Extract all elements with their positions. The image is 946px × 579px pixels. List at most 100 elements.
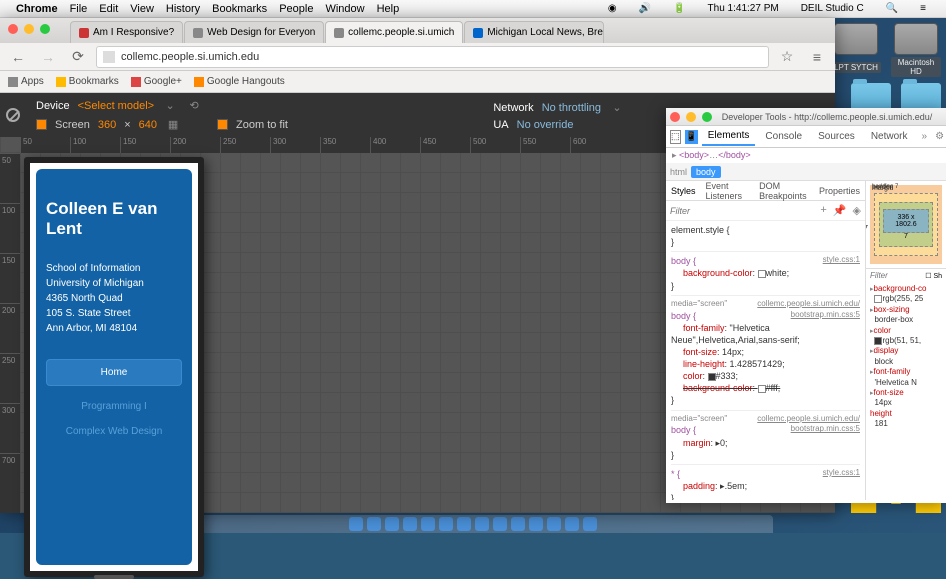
- chrome-menu-icon[interactable]: ≡: [805, 46, 829, 68]
- bookmark-item[interactable]: Bookmarks: [56, 76, 119, 87]
- page-heading: Colleen E van Lent: [46, 199, 182, 240]
- dock[interactable]: [173, 515, 773, 533]
- page-icon: [103, 51, 115, 63]
- simulated-page[interactable]: Colleen E van Lent School of Information…: [30, 163, 198, 571]
- wifi-icon[interactable]: ◉: [608, 3, 617, 14]
- menu-window[interactable]: Window: [325, 3, 364, 15]
- rotate-icon[interactable]: ⟲: [186, 98, 202, 114]
- volume-icon[interactable]: 🔊: [639, 3, 651, 14]
- browser-tab[interactable]: Web Design for Everyon: [184, 21, 324, 43]
- styles-filter-input[interactable]: [670, 206, 720, 216]
- notifications-icon[interactable]: ≡: [920, 3, 926, 14]
- breadcrumb-html[interactable]: html: [670, 167, 687, 177]
- tab-strip: Am I Responsive? Web Design for Everyon …: [0, 18, 835, 43]
- device-select[interactable]: <Select model>: [78, 100, 154, 112]
- url-text: collemc.people.si.umich.edu: [121, 51, 259, 63]
- ua-label: UA: [493, 119, 508, 131]
- dpr-icon[interactable]: ▦: [165, 117, 181, 133]
- bookmark-item[interactable]: Apps: [8, 76, 44, 87]
- drive-icon[interactable]: LPT SYTCH: [831, 23, 881, 79]
- settings-icon[interactable]: ⚙: [935, 131, 944, 142]
- dimension-x: ×: [124, 119, 130, 131]
- browser-toolbar: ← → ⟳ collemc.people.si.umich.edu ☆ ≡: [0, 43, 835, 71]
- subtab-listeners[interactable]: Event Listeners: [701, 181, 755, 204]
- close-window-button[interactable]: [8, 24, 18, 34]
- throttle-select[interactable]: No throttling: [542, 102, 601, 114]
- clock[interactable]: Thu 1:41:27 PM: [708, 3, 779, 14]
- nav-link[interactable]: Programming I: [46, 394, 182, 419]
- styles-filter-row: + 📌 ◈: [666, 201, 865, 221]
- dom-breadcrumb[interactable]: html body: [666, 163, 946, 181]
- browser-tab[interactable]: Am I Responsive?: [70, 21, 183, 43]
- css-rules[interactable]: element.style { } style.css:1body { back…: [666, 221, 865, 500]
- address-bar[interactable]: collemc.people.si.umich.edu: [96, 46, 769, 68]
- tab-network[interactable]: Network: [865, 128, 914, 145]
- spotlight-icon[interactable]: 🔍: [886, 3, 898, 14]
- breadcrumb-body[interactable]: body: [691, 166, 721, 178]
- menu-help[interactable]: Help: [377, 3, 400, 15]
- minimize-window-button[interactable]: [24, 24, 34, 34]
- more-tabs-icon[interactable]: »: [918, 131, 932, 142]
- screen-label: Screen: [55, 119, 90, 131]
- menu-view[interactable]: View: [130, 3, 154, 15]
- pin-icon[interactable]: 📌: [833, 204, 847, 217]
- menu-edit[interactable]: Edit: [99, 3, 118, 15]
- app-menu[interactable]: Chrome: [16, 3, 58, 15]
- bookmark-item[interactable]: Google Hangouts: [194, 76, 285, 87]
- computed-properties[interactable]: ▸background-co rgb(255, 25 ▸box-sizing b…: [866, 282, 946, 431]
- styles-subtabs: Styles Event Listeners DOM Breakpoints P…: [666, 181, 865, 201]
- devtools-titlebar[interactable]: Developer Tools - http://collemc.people.…: [666, 108, 946, 126]
- mac-menubar: Chrome File Edit View History Bookmarks …: [0, 0, 946, 18]
- width-input[interactable]: 360: [98, 119, 116, 131]
- forward-button[interactable]: →: [36, 46, 60, 68]
- nav-link[interactable]: Complex Web Design: [46, 419, 182, 444]
- add-rule-icon[interactable]: +: [820, 204, 826, 217]
- dropdown-icon[interactable]: ⌄: [162, 98, 178, 114]
- tab-console[interactable]: Console: [759, 128, 808, 145]
- zoom-window-button[interactable]: [40, 24, 50, 34]
- tab-elements[interactable]: Elements: [702, 127, 756, 146]
- screen-checkbox[interactable]: [36, 119, 47, 130]
- device-label: Device: [36, 100, 70, 112]
- close-button[interactable]: [670, 112, 680, 122]
- subtab-properties[interactable]: Properties: [814, 183, 865, 199]
- user-menu[interactable]: DEIL Studio C: [801, 3, 864, 14]
- zoom-checkbox[interactable]: [217, 119, 228, 130]
- devtools-window: Developer Tools - http://collemc.people.…: [666, 108, 946, 503]
- no-entry-icon[interactable]: [6, 108, 20, 122]
- subtab-breakpoints[interactable]: DOM Breakpoints: [754, 181, 814, 204]
- devtools-title: Developer Tools - http://collemc.people.…: [712, 112, 942, 122]
- minimize-button[interactable]: [686, 112, 696, 122]
- dom-tree-line[interactable]: ▸ <body>…</body>: [666, 148, 946, 163]
- ua-value[interactable]: No override: [517, 119, 574, 131]
- zoom-label: Zoom to fit: [236, 119, 288, 131]
- menu-file[interactable]: File: [70, 3, 88, 15]
- browser-tab[interactable]: Michigan Local News, Bre: [464, 21, 604, 43]
- back-button[interactable]: ←: [6, 46, 30, 68]
- device-mode-icon[interactable]: 📱: [685, 130, 698, 144]
- bookmark-star-icon[interactable]: ☆: [775, 46, 799, 68]
- menu-people[interactable]: People: [279, 3, 313, 15]
- network-label: Network: [493, 102, 533, 114]
- computed-filter-input[interactable]: [870, 271, 900, 280]
- desktop: LPT SYTCH Macintosh HD Am I Responsive? …: [0, 18, 946, 533]
- menu-bookmarks[interactable]: Bookmarks: [212, 3, 267, 15]
- reload-button[interactable]: ⟳: [66, 46, 90, 68]
- drive-icon[interactable]: Macintosh HD: [891, 23, 941, 79]
- battery-icon[interactable]: 🔋: [673, 3, 685, 14]
- computed-panel: margin border padding 7 7 336 x 1802.6 7: [866, 181, 946, 500]
- menu-history[interactable]: History: [166, 3, 200, 15]
- device-handle-icon: [94, 575, 134, 579]
- nav-home-button[interactable]: Home: [46, 359, 182, 386]
- bookmark-item[interactable]: Google+: [131, 76, 182, 87]
- dropdown-icon[interactable]: ⌄: [609, 100, 625, 116]
- inspect-icon[interactable]: ⬚: [670, 130, 681, 144]
- height-input[interactable]: 640: [139, 119, 157, 131]
- toggle-state-icon[interactable]: ◈: [853, 204, 861, 217]
- tab-sources[interactable]: Sources: [812, 128, 861, 145]
- box-model[interactable]: margin border padding 7 7 336 x 1802.6 7: [866, 181, 946, 268]
- browser-tab-active[interactable]: collemc.people.si.umich: [325, 21, 463, 43]
- zoom-button[interactable]: [702, 112, 712, 122]
- show-all-checkbox[interactable]: ☐ Sh: [925, 272, 942, 280]
- subtab-styles[interactable]: Styles: [666, 183, 701, 199]
